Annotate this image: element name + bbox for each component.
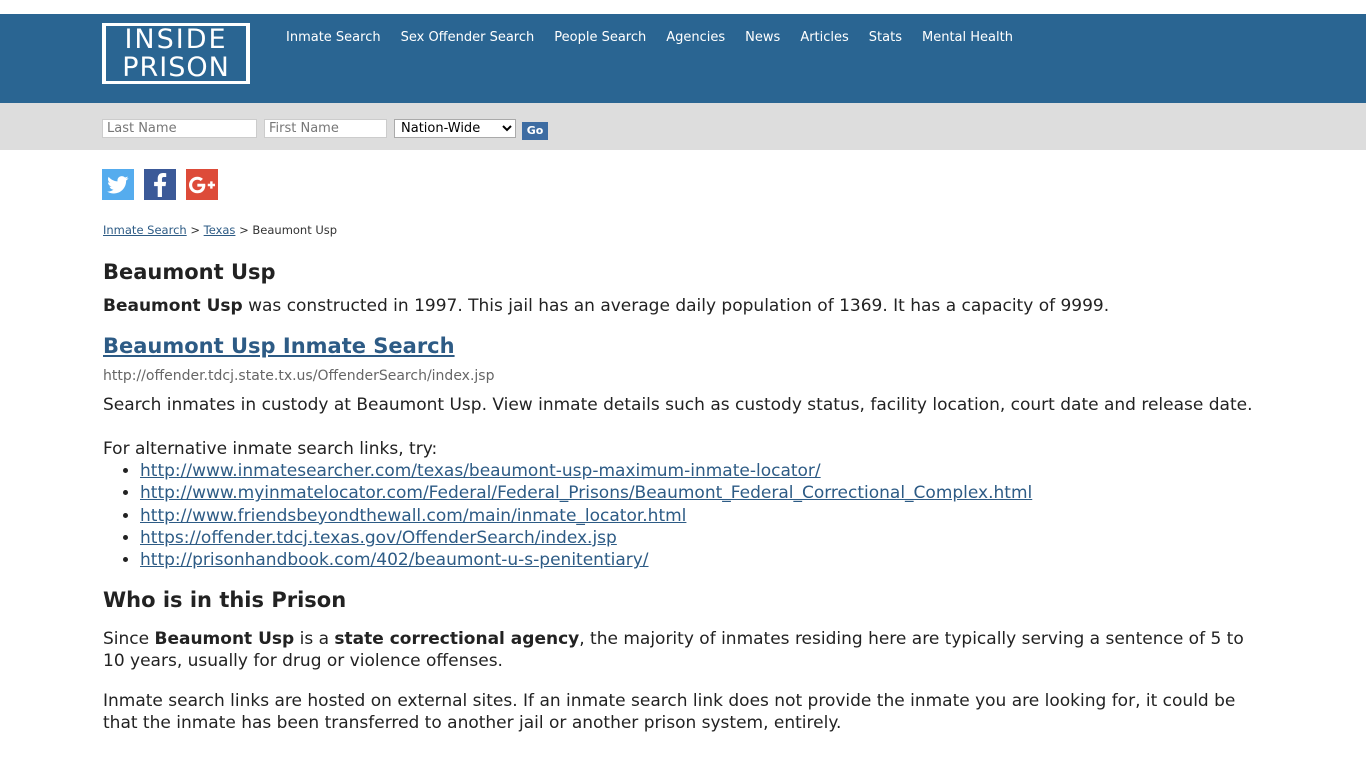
inmate-search-link[interactable]: Beaumont Usp Inmate Search: [103, 334, 455, 358]
site-logo[interactable]: INSIDE PRISON: [102, 23, 250, 84]
breadcrumb-separator: >: [239, 223, 249, 237]
external-links-note: Inmate search links are hosted on extern…: [103, 691, 1236, 734]
nav-sex-offender-search[interactable]: Sex Offender Search: [401, 30, 535, 45]
breadcrumb-separator: >: [190, 223, 200, 237]
go-button[interactable]: Go: [522, 122, 548, 140]
alternative-link[interactable]: https://offender.tdcj.texas.gov/Offender…: [140, 528, 617, 548]
inmate-search-heading: Beaumont Usp Inmate Search: [103, 333, 1259, 359]
breadcrumb: Inmate Search > Texas > Beaumont Usp: [103, 222, 1259, 238]
search-bar: Nation-Wide Go: [0, 103, 1366, 150]
inmate-search-url: http://offender.tdcj.state.tx.us/Offende…: [103, 368, 495, 384]
breadcrumb-texas[interactable]: Texas: [204, 223, 236, 237]
twitter-share-button[interactable]: [102, 169, 134, 200]
since-text-2: is a: [294, 629, 335, 650]
list-item: http://www.inmatesearcher.com/texas/beau…: [140, 460, 1259, 482]
alternative-link[interactable]: http://www.myinmatelocator.com/Federal/F…: [140, 483, 1032, 503]
logo-line-2: PRISON: [122, 52, 230, 83]
facility-intro: Beaumont Usp was constructed in 1997. Th…: [103, 295, 1259, 317]
main-content: Inmate Search > Texas > Beaumont Usp Bea…: [103, 222, 1259, 734]
who-heading: Who is in this Prison: [103, 588, 347, 613]
main-nav: Inmate Search Sex Offender Search People…: [286, 30, 1033, 45]
nav-stats[interactable]: Stats: [869, 30, 902, 45]
alternative-links-intro: For alternative inmate search links, try…: [103, 439, 438, 459]
alternative-link[interactable]: http://www.friendsbeyondthewall.com/main…: [140, 506, 686, 526]
list-item: http://prisonhandbook.com/402/beaumont-u…: [140, 549, 1259, 571]
breadcrumb-current: Beaumont Usp: [252, 223, 338, 237]
page-title: Beaumont Usp: [103, 260, 276, 284]
facebook-icon: [154, 172, 167, 197]
nav-articles[interactable]: Articles: [800, 30, 848, 45]
facility-name: Beaumont Usp: [103, 296, 243, 316]
nav-people-search[interactable]: People Search: [554, 30, 646, 45]
alternative-link[interactable]: http://prisonhandbook.com/402/beaumont-u…: [140, 550, 649, 570]
site-header: INSIDE PRISON Inmate Search Sex Offender…: [0, 14, 1366, 103]
first-name-input[interactable]: [264, 119, 387, 138]
nav-news[interactable]: News: [745, 30, 780, 45]
inmate-search-description: Search inmates in custody at Beaumont Us…: [103, 395, 1253, 415]
social-share: [102, 169, 218, 200]
last-name-input[interactable]: [102, 119, 257, 138]
google-plus-icon: [189, 176, 215, 193]
list-item: https://offender.tdcj.texas.gov/Offender…: [140, 527, 1259, 549]
since-text-1: Since: [103, 629, 155, 650]
alternative-links-list: http://www.inmatesearcher.com/texas/beau…: [103, 460, 1259, 571]
twitter-icon: [107, 175, 129, 193]
scope-select[interactable]: Nation-Wide: [394, 119, 516, 138]
logo-line-1: INSIDE: [124, 24, 228, 55]
nav-mental-health[interactable]: Mental Health: [922, 30, 1013, 45]
facility-intro-text: was constructed in 1997. This jail has a…: [242, 296, 1110, 316]
agency-type: state correctional agency: [334, 629, 580, 650]
alternative-link[interactable]: http://www.inmatesearcher.com/texas/beau…: [140, 461, 821, 481]
since-facility-name: Beaumont Usp: [154, 629, 295, 650]
population-description: Since Beaumont Usp is a state correction…: [103, 628, 1259, 672]
list-item: http://www.friendsbeyondthewall.com/main…: [140, 505, 1259, 527]
nav-inmate-search[interactable]: Inmate Search: [286, 30, 381, 45]
nav-agencies[interactable]: Agencies: [666, 30, 725, 45]
logo-inner: INSIDE PRISON: [106, 26, 246, 81]
facebook-share-button[interactable]: [144, 169, 176, 200]
top-strip: [0, 0, 1366, 14]
list-item: http://www.myinmatelocator.com/Federal/F…: [140, 482, 1259, 504]
breadcrumb-inmate-search[interactable]: Inmate Search: [103, 223, 187, 237]
google-plus-share-button[interactable]: [186, 169, 218, 200]
